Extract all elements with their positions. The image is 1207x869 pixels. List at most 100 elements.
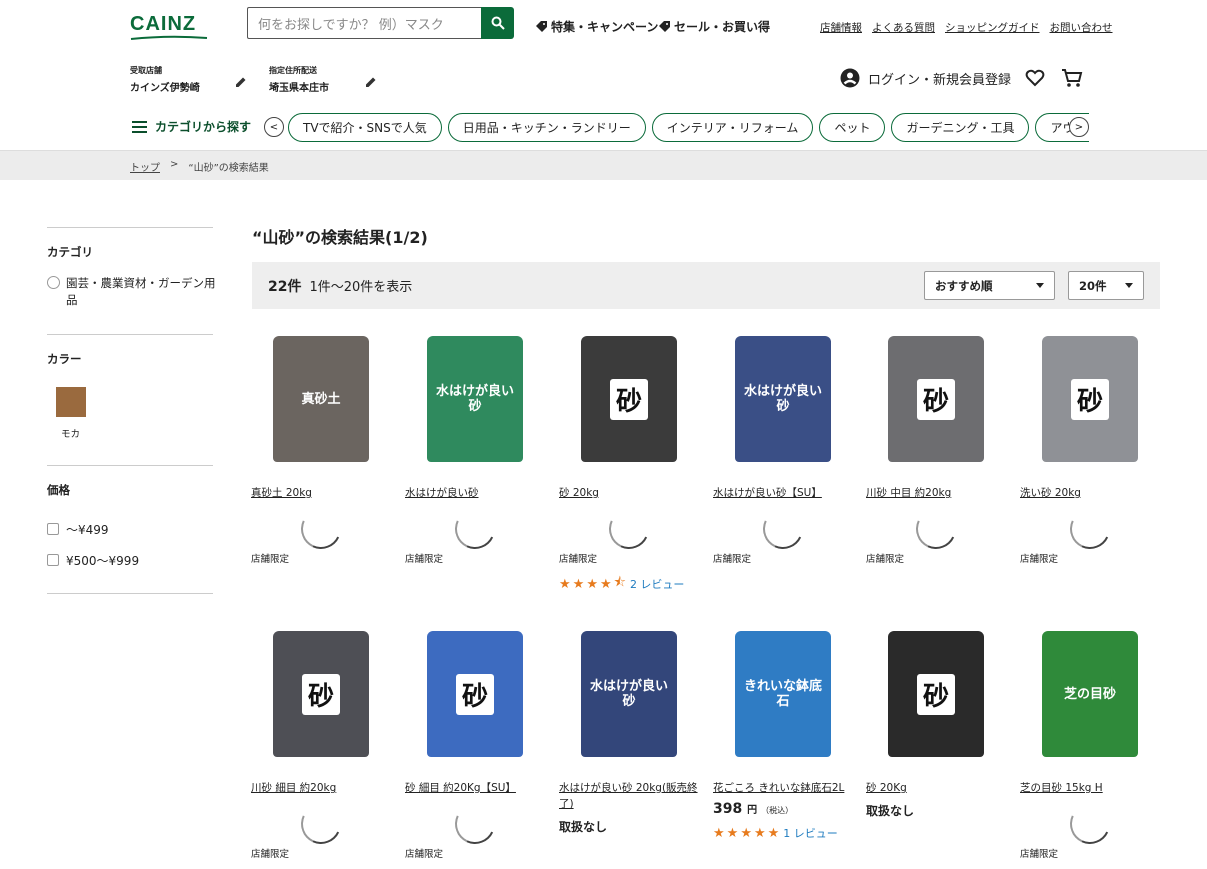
chip-scroll-left-button[interactable]: <	[264, 117, 284, 137]
product-image[interactable]: 砂	[559, 329, 699, 469]
star-icon: ★	[767, 825, 780, 841]
product-image[interactable]: 砂	[251, 624, 391, 764]
price-option-under-499[interactable]: 〜¥499	[66, 521, 109, 538]
edit-pickup-store-icon[interactable]	[235, 76, 247, 88]
product-image[interactable]: 水はけが良い砂	[559, 624, 699, 764]
product-package: 芝の目砂	[1042, 631, 1138, 757]
utility-links: 店舗情報 よくある質問 ショッピングガイド お問い合わせ	[820, 20, 1113, 35]
category-menu-label: カテゴリから探す	[155, 120, 252, 134]
sort-value: おすすめ順	[935, 278, 993, 293]
sort-select[interactable]: おすすめ順	[924, 271, 1055, 300]
per-page-select[interactable]: 20件	[1068, 271, 1144, 300]
product-image[interactable]: 芝の目砂	[1020, 624, 1160, 764]
price-checkbox-under-499[interactable]	[47, 523, 59, 535]
category-chip-list: TVで紹介・SNSで人気 日用品・キッチン・ランドリー インテリア・リフォーム …	[288, 113, 1089, 143]
review-count-link[interactable]: 1 レビュー	[783, 825, 838, 841]
color-swatch-label: モカ	[61, 429, 81, 440]
product-image[interactable]: 砂	[866, 329, 1006, 469]
account-icon	[840, 68, 860, 88]
search-icon	[491, 16, 505, 30]
sidebar-divider	[47, 227, 213, 228]
chip-daily-goods[interactable]: 日用品・キッチン・ランドリー	[447, 113, 646, 142]
review-count-link[interactable]: 2 レビュー	[630, 576, 685, 592]
cainz-logo[interactable]: CAINZ	[130, 13, 208, 40]
cart-icon[interactable]	[1061, 68, 1083, 88]
package-label: きれいな鉢底石	[743, 679, 822, 709]
package-label: 砂	[609, 378, 648, 420]
filter-price-title: 価格	[47, 483, 70, 497]
product-image[interactable]: 真砂土	[251, 329, 391, 469]
price-option-500-999[interactable]: ¥500〜¥999	[66, 552, 139, 569]
availability-status: 店舗限定	[559, 554, 598, 565]
product-image[interactable]: 水はけが良い砂	[405, 329, 545, 469]
category-menu-button[interactable]: カテゴリから探す	[132, 118, 251, 135]
pickup-store-value: カインズ伊勢崎	[130, 83, 200, 94]
category-option-label[interactable]: 園芸・農業資材・ガーデン用品	[66, 275, 216, 309]
availability-status: 店舗限定	[713, 554, 752, 565]
favorites-heart-icon[interactable]	[1025, 68, 1045, 88]
chip-gardening[interactable]: ガーデニング・工具	[891, 113, 1030, 142]
availability-status: 店舗限定	[251, 554, 290, 565]
product-name-link[interactable]: 芝の目砂 15kg H	[1020, 780, 1160, 796]
product-name-link[interactable]: 洗い砂 20kg	[1020, 485, 1160, 501]
product-name-link[interactable]: 真砂土 20kg	[251, 485, 391, 501]
tag-icon	[659, 21, 670, 32]
product-package: きれいな鉢底石	[735, 631, 831, 757]
product-card[interactable]: きれいな鉢底石 花ごころ きれいな鉢底石2L 398 円（税込） ★ ★ ★ ★ ★ 1 レビュ…	[713, 624, 853, 841]
delivery-address-value: 埼玉県本庄市	[269, 83, 329, 94]
search-button[interactable]	[481, 7, 514, 39]
availability-status: 店舗限定	[866, 554, 905, 565]
chip-interior[interactable]: インテリア・リフォーム	[651, 113, 814, 142]
breadcrumb-separator: >	[170, 159, 179, 170]
product-name-link[interactable]: 水はけが良い砂【SU】	[713, 485, 853, 501]
price-checkbox-500-999[interactable]	[47, 554, 59, 566]
product-card[interactable]: 砂砂 20Kg 取扱なし	[866, 624, 1006, 819]
product-name-link[interactable]: 水はけが良い砂 20kg(販売終了)	[559, 780, 699, 812]
product-name-link[interactable]: 川砂 細目 約20kg	[251, 780, 391, 796]
product-image[interactable]: 砂	[405, 624, 545, 764]
login-link[interactable]: ログイン・新規会員登録	[840, 68, 1011, 88]
product-card[interactable]: 砂砂 細目 約20Kg【SU】 店舗限定	[405, 624, 545, 860]
package-label: 砂	[1070, 378, 1109, 420]
product-image[interactable]: 水はけが良い砂	[713, 329, 853, 469]
campaign-link[interactable]: 特集・キャンペーン	[536, 18, 658, 35]
color-swatch-mocha[interactable]	[56, 387, 86, 417]
product-card[interactable]: 水はけが良い砂 水はけが良い砂 20kg(販売終了) 取扱なし	[559, 624, 699, 835]
contact-link[interactable]: お問い合わせ	[1050, 20, 1113, 35]
store-info-link[interactable]: 店舗情報	[820, 20, 862, 35]
product-name-link[interactable]: 花ごころ きれいな鉢底石2L	[713, 780, 853, 796]
product-package: 砂	[427, 631, 523, 757]
chip-tv-sns[interactable]: TVで紹介・SNSで人気	[288, 113, 442, 142]
search-input[interactable]: 何をお探しですか？ 例）マスク	[247, 7, 481, 39]
package-label: 水はけが良い砂	[435, 384, 514, 414]
product-name-link[interactable]: 砂 細目 約20Kg【SU】	[405, 780, 545, 796]
chip-pet[interactable]: ペット	[819, 113, 886, 142]
product-card[interactable]: 砂洗い砂 20kg 店舗限定	[1020, 329, 1160, 565]
product-image[interactable]: 砂	[1020, 329, 1160, 469]
product-name-link[interactable]: 砂 20Kg	[866, 780, 1006, 796]
product-name-link[interactable]: 水はけが良い砂	[405, 485, 545, 501]
chevron-left-icon: <	[269, 121, 279, 133]
product-card[interactable]: 水はけが良い砂水はけが良い砂【SU】店舗限定	[713, 329, 853, 565]
package-label: 砂	[916, 378, 955, 420]
product-card[interactable]: 砂砂 20kg 店舗限定 ★ ★ ★ ★ ⯪ 2 レビュー	[559, 329, 699, 595]
product-image[interactable]: 砂	[866, 624, 1006, 764]
faq-link[interactable]: よくある質問	[872, 20, 935, 35]
product-card[interactable]: 芝の目砂 芝の目砂 15kg H 店舗限定	[1020, 624, 1160, 860]
product-name-link[interactable]: 砂 20kg	[559, 485, 699, 501]
package-label: 芝の目砂	[1063, 686, 1116, 702]
product-card[interactable]: 砂川砂 中目 約20kg 店舗限定	[866, 329, 1006, 565]
per-page-value: 20件	[1079, 278, 1107, 293]
product-card[interactable]: 砂川砂 細目 約20kg 店舗限定	[251, 624, 391, 860]
breadcrumb-home[interactable]: トップ	[130, 159, 160, 174]
edit-delivery-address-icon[interactable]	[365, 76, 377, 88]
product-card[interactable]: 水はけが良い砂 水はけが良い砂 店舗限定	[405, 329, 545, 565]
sale-link[interactable]: セール・お買い得	[659, 18, 770, 35]
category-radio[interactable]	[47, 276, 60, 289]
product-image[interactable]: きれいな鉢底石	[713, 624, 853, 764]
package-label: 砂	[455, 673, 494, 715]
chip-scroll-right-button[interactable]: >	[1069, 117, 1089, 137]
shopping-guide-link[interactable]: ショッピングガイド	[945, 20, 1040, 35]
product-card[interactable]: 真砂土真砂土 20kg 店舗限定	[251, 329, 391, 565]
product-name-link[interactable]: 川砂 中目 約20kg	[866, 485, 1006, 501]
